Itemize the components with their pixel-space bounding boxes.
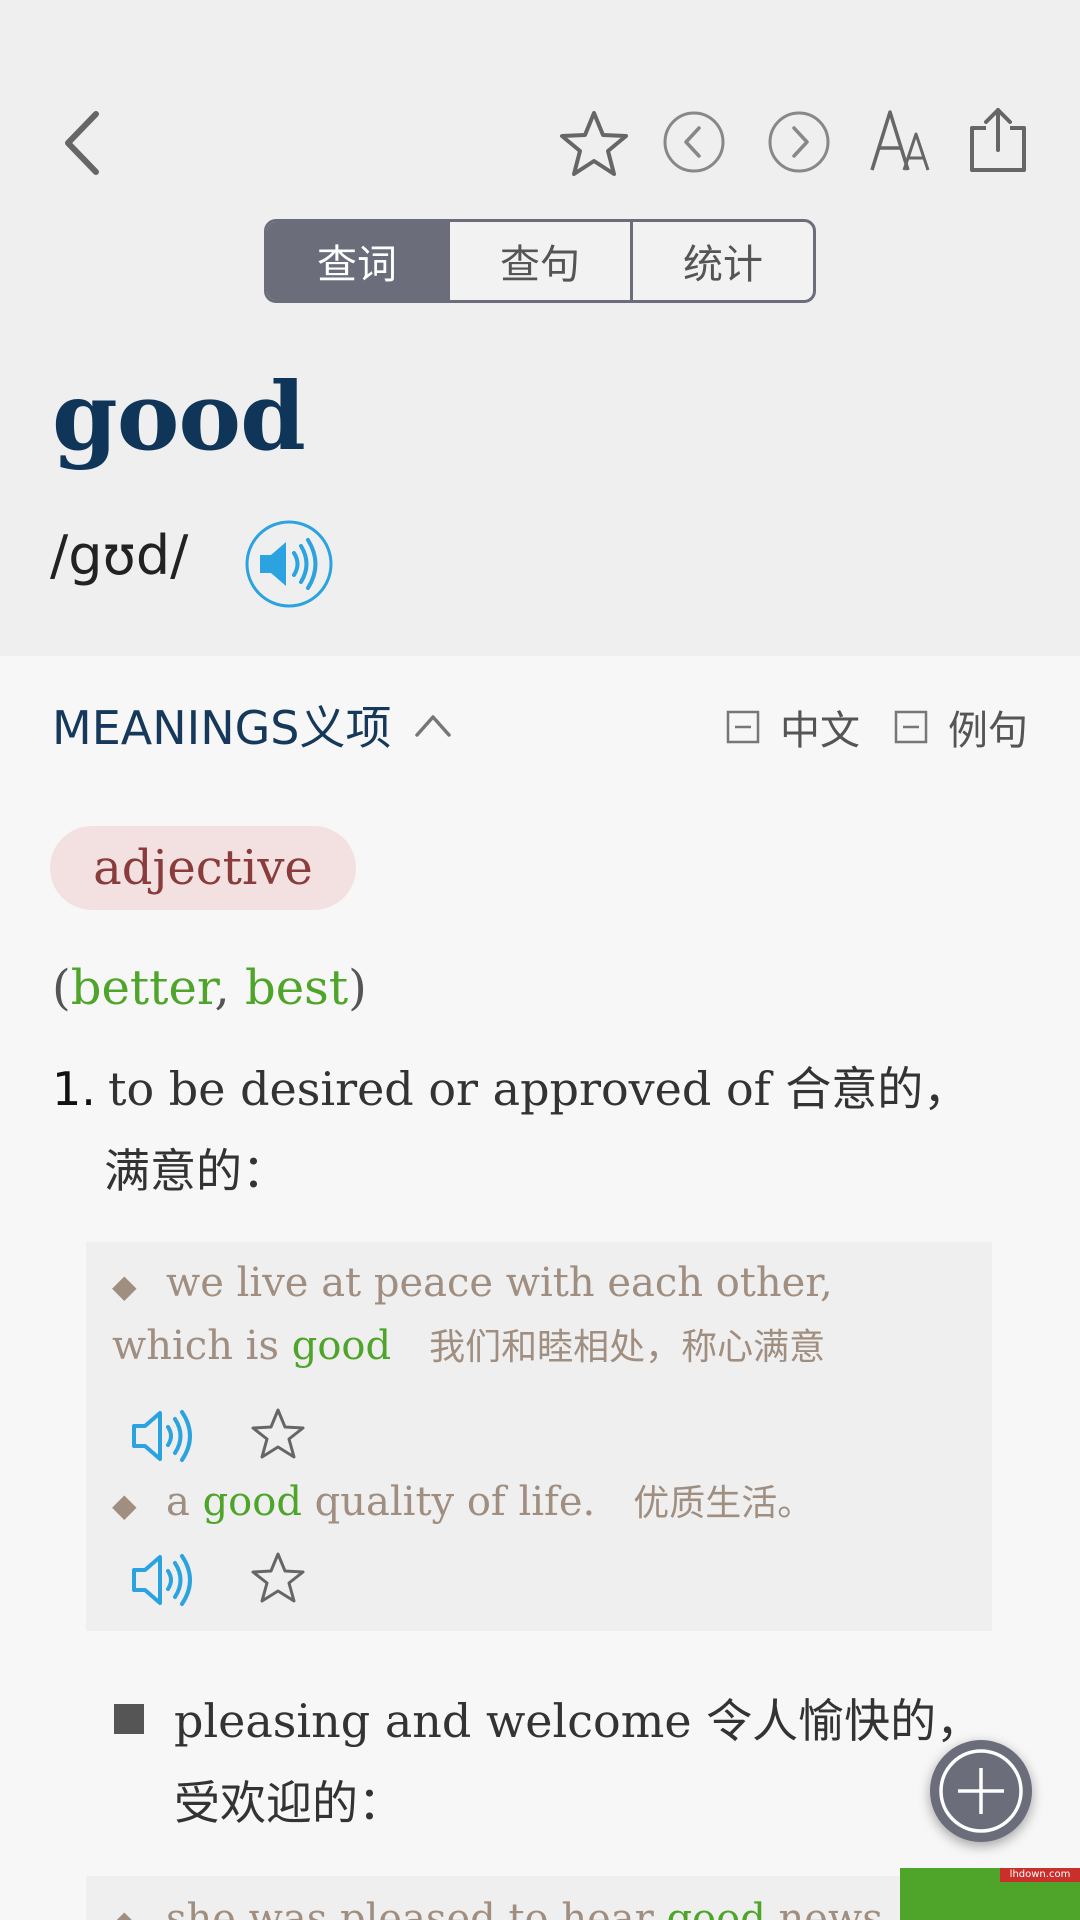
- plus-circle-icon: [939, 1749, 1023, 1833]
- partial-example-text-b: news: [765, 1896, 883, 1920]
- pronounce-button[interactable]: [244, 519, 334, 609]
- meanings-title: MEANINGS义项: [52, 701, 392, 755]
- toggle-examples-label: 例句: [948, 708, 1028, 754]
- example-1-line-2: which is good 我们和睦相处，称心满意: [112, 1318, 825, 1370]
- watermark-logo: lhdown.com: [900, 1868, 1080, 1920]
- back-button[interactable]: [58, 108, 108, 178]
- share-icon: [970, 108, 1026, 172]
- sense-1: 1. to be desired or approved of 合意的， 满意的：: [52, 1048, 1012, 1212]
- square-bullet-icon: [114, 1703, 144, 1734]
- partial-example-keyword: good: [666, 1896, 766, 1920]
- diamond-bullet-icon: ◆: [112, 1267, 137, 1305]
- example-2-star-icon[interactable]: [250, 1550, 306, 1606]
- comparative-form[interactable]: better: [71, 960, 215, 1016]
- example-2-text-a: a: [166, 1479, 203, 1525]
- chevron-up-icon: [415, 715, 452, 737]
- inflected-forms: (better, best): [52, 960, 367, 1016]
- examples-box-partial: ◆she was pleased to hear good news: [86, 1876, 992, 1920]
- example-1-speaker-icon[interactable]: [130, 1408, 196, 1464]
- tab-lookup-sentence[interactable]: 查句: [447, 222, 630, 300]
- font-size-icon: [870, 110, 930, 171]
- share-button[interactable]: [968, 106, 1028, 174]
- font-size-button[interactable]: [870, 108, 934, 174]
- sense-definition-cn: 合意的，: [785, 1062, 970, 1116]
- mode-segmented-control: 查词 查句 统计: [264, 219, 816, 303]
- example-1-keyword: good: [291, 1323, 392, 1369]
- circle-chevron-left-icon: [663, 111, 725, 173]
- sense-definition-cn-cont: 满意的：: [104, 1144, 288, 1198]
- example-2-text-b: quality of life.: [301, 1479, 596, 1525]
- sense-definition-en: to be desired or approved of: [108, 1062, 771, 1116]
- sub-sense-definition-cn-cont: 受欢迎的：: [174, 1776, 404, 1830]
- example-2-speaker-icon[interactable]: [130, 1552, 196, 1608]
- diamond-bullet-icon: ◆: [112, 1903, 166, 1920]
- toggle-chinese-label: 中文: [780, 708, 860, 754]
- watermark-text: lhdown.com: [1000, 1868, 1080, 1882]
- previous-word-button[interactable]: [662, 110, 726, 174]
- tab-statistics[interactable]: 统计: [630, 222, 813, 300]
- part-of-speech-badge: adjective: [50, 826, 356, 910]
- partial-example-line: ◆she was pleased to hear good news: [112, 1896, 883, 1920]
- next-word-button[interactable]: [767, 110, 831, 174]
- example-1-line-1: ◆ we live at peace with each other,: [112, 1260, 833, 1306]
- circle-chevron-right-icon: [768, 111, 830, 173]
- star-icon: [560, 111, 628, 176]
- example-2-translation: 优质生活。: [633, 1483, 814, 1524]
- collapse-box-icon: [894, 710, 928, 744]
- examples-box: ◆ we live at peace with each other, which…: [86, 1242, 992, 1631]
- example-1-text-b: which is: [112, 1323, 292, 1369]
- sub-sense: pleasing and welcome 令人愉快的， 受欢迎的：: [114, 1680, 1014, 1844]
- forms-paren-close: ): [348, 960, 367, 1016]
- speaker-icon: [245, 520, 333, 608]
- headword: good: [52, 362, 306, 472]
- phonetic-transcription: /gʊd/: [50, 524, 189, 587]
- forms-separator: ,: [214, 960, 246, 1016]
- example-1-star-icon[interactable]: [250, 1406, 306, 1462]
- example-2-keyword: good: [202, 1479, 302, 1525]
- partial-example-text-a: she was pleased to hear: [166, 1896, 667, 1920]
- example-1-translation: 我们和睦相处，称心满意: [429, 1327, 826, 1368]
- sub-sense-definition-en: pleasing and welcome: [174, 1694, 692, 1748]
- toggle-chinese[interactable]: 中文: [726, 698, 860, 756]
- collapse-box-icon: [726, 710, 760, 744]
- toggle-examples[interactable]: 例句: [894, 698, 1028, 756]
- word-header: 查词 查句 统计 good /gʊd/: [0, 0, 1080, 656]
- example-2-line: ◆ a good quality of life. 优质生活。: [112, 1474, 813, 1526]
- meanings-section-header[interactable]: MEANINGS义项: [52, 692, 453, 758]
- example-1-text-a: we live at peace with each other,: [166, 1260, 833, 1306]
- sub-sense-definition-cn: 令人愉快的，: [706, 1694, 983, 1748]
- forms-paren-open: (: [52, 960, 71, 1016]
- favorite-button[interactable]: [558, 108, 630, 180]
- tab-lookup-word[interactable]: 查词: [267, 222, 447, 300]
- chevron-left-icon: [65, 111, 99, 175]
- superlative-form[interactable]: best: [245, 960, 348, 1016]
- sense-number: 1.: [52, 1062, 96, 1116]
- add-floating-button[interactable]: [930, 1740, 1032, 1842]
- diamond-bullet-icon: ◆: [112, 1486, 137, 1524]
